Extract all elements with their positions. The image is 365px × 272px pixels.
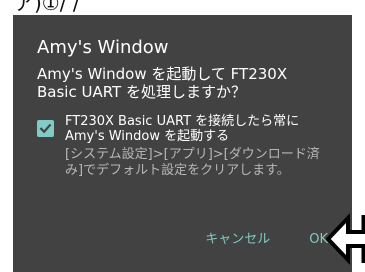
dialog-title: Amy's Window — [37, 37, 169, 58]
checkbox-label: FT230X Basic UART を接続したら常に Amy's Window … — [65, 114, 300, 144]
checkbox-help-text: [システム設定]>[アプリ]>[ダウンロード済み]でデフォルト設定をクリアします… — [65, 147, 320, 178]
always-open-checkbox-row[interactable]: FT230X Basic UART を接続したら常に Amy's Window … — [37, 114, 330, 179]
always-open-checkbox[interactable] — [37, 120, 54, 137]
dialog-message: Amy's Window を起動して FT230X Basic UART を処理… — [37, 65, 288, 101]
screenshot-stage: ア)①/ / Amy's Window Amy's Window を起動して F… — [0, 0, 365, 272]
check-icon — [39, 123, 52, 134]
dialog-actions: キャンセル OK — [166, 231, 328, 249]
top-cropped-text: ア)①/ / — [14, 0, 80, 15]
cancel-button[interactable]: キャンセル — [205, 231, 270, 249]
app-launch-dialog: Amy's Window Amy's Window を起動して FT230X B… — [13, 15, 352, 272]
checkbox-text: FT230X Basic UART を接続したら常に Amy's Window … — [65, 114, 330, 179]
pointer-arrow-icon — [326, 213, 365, 265]
